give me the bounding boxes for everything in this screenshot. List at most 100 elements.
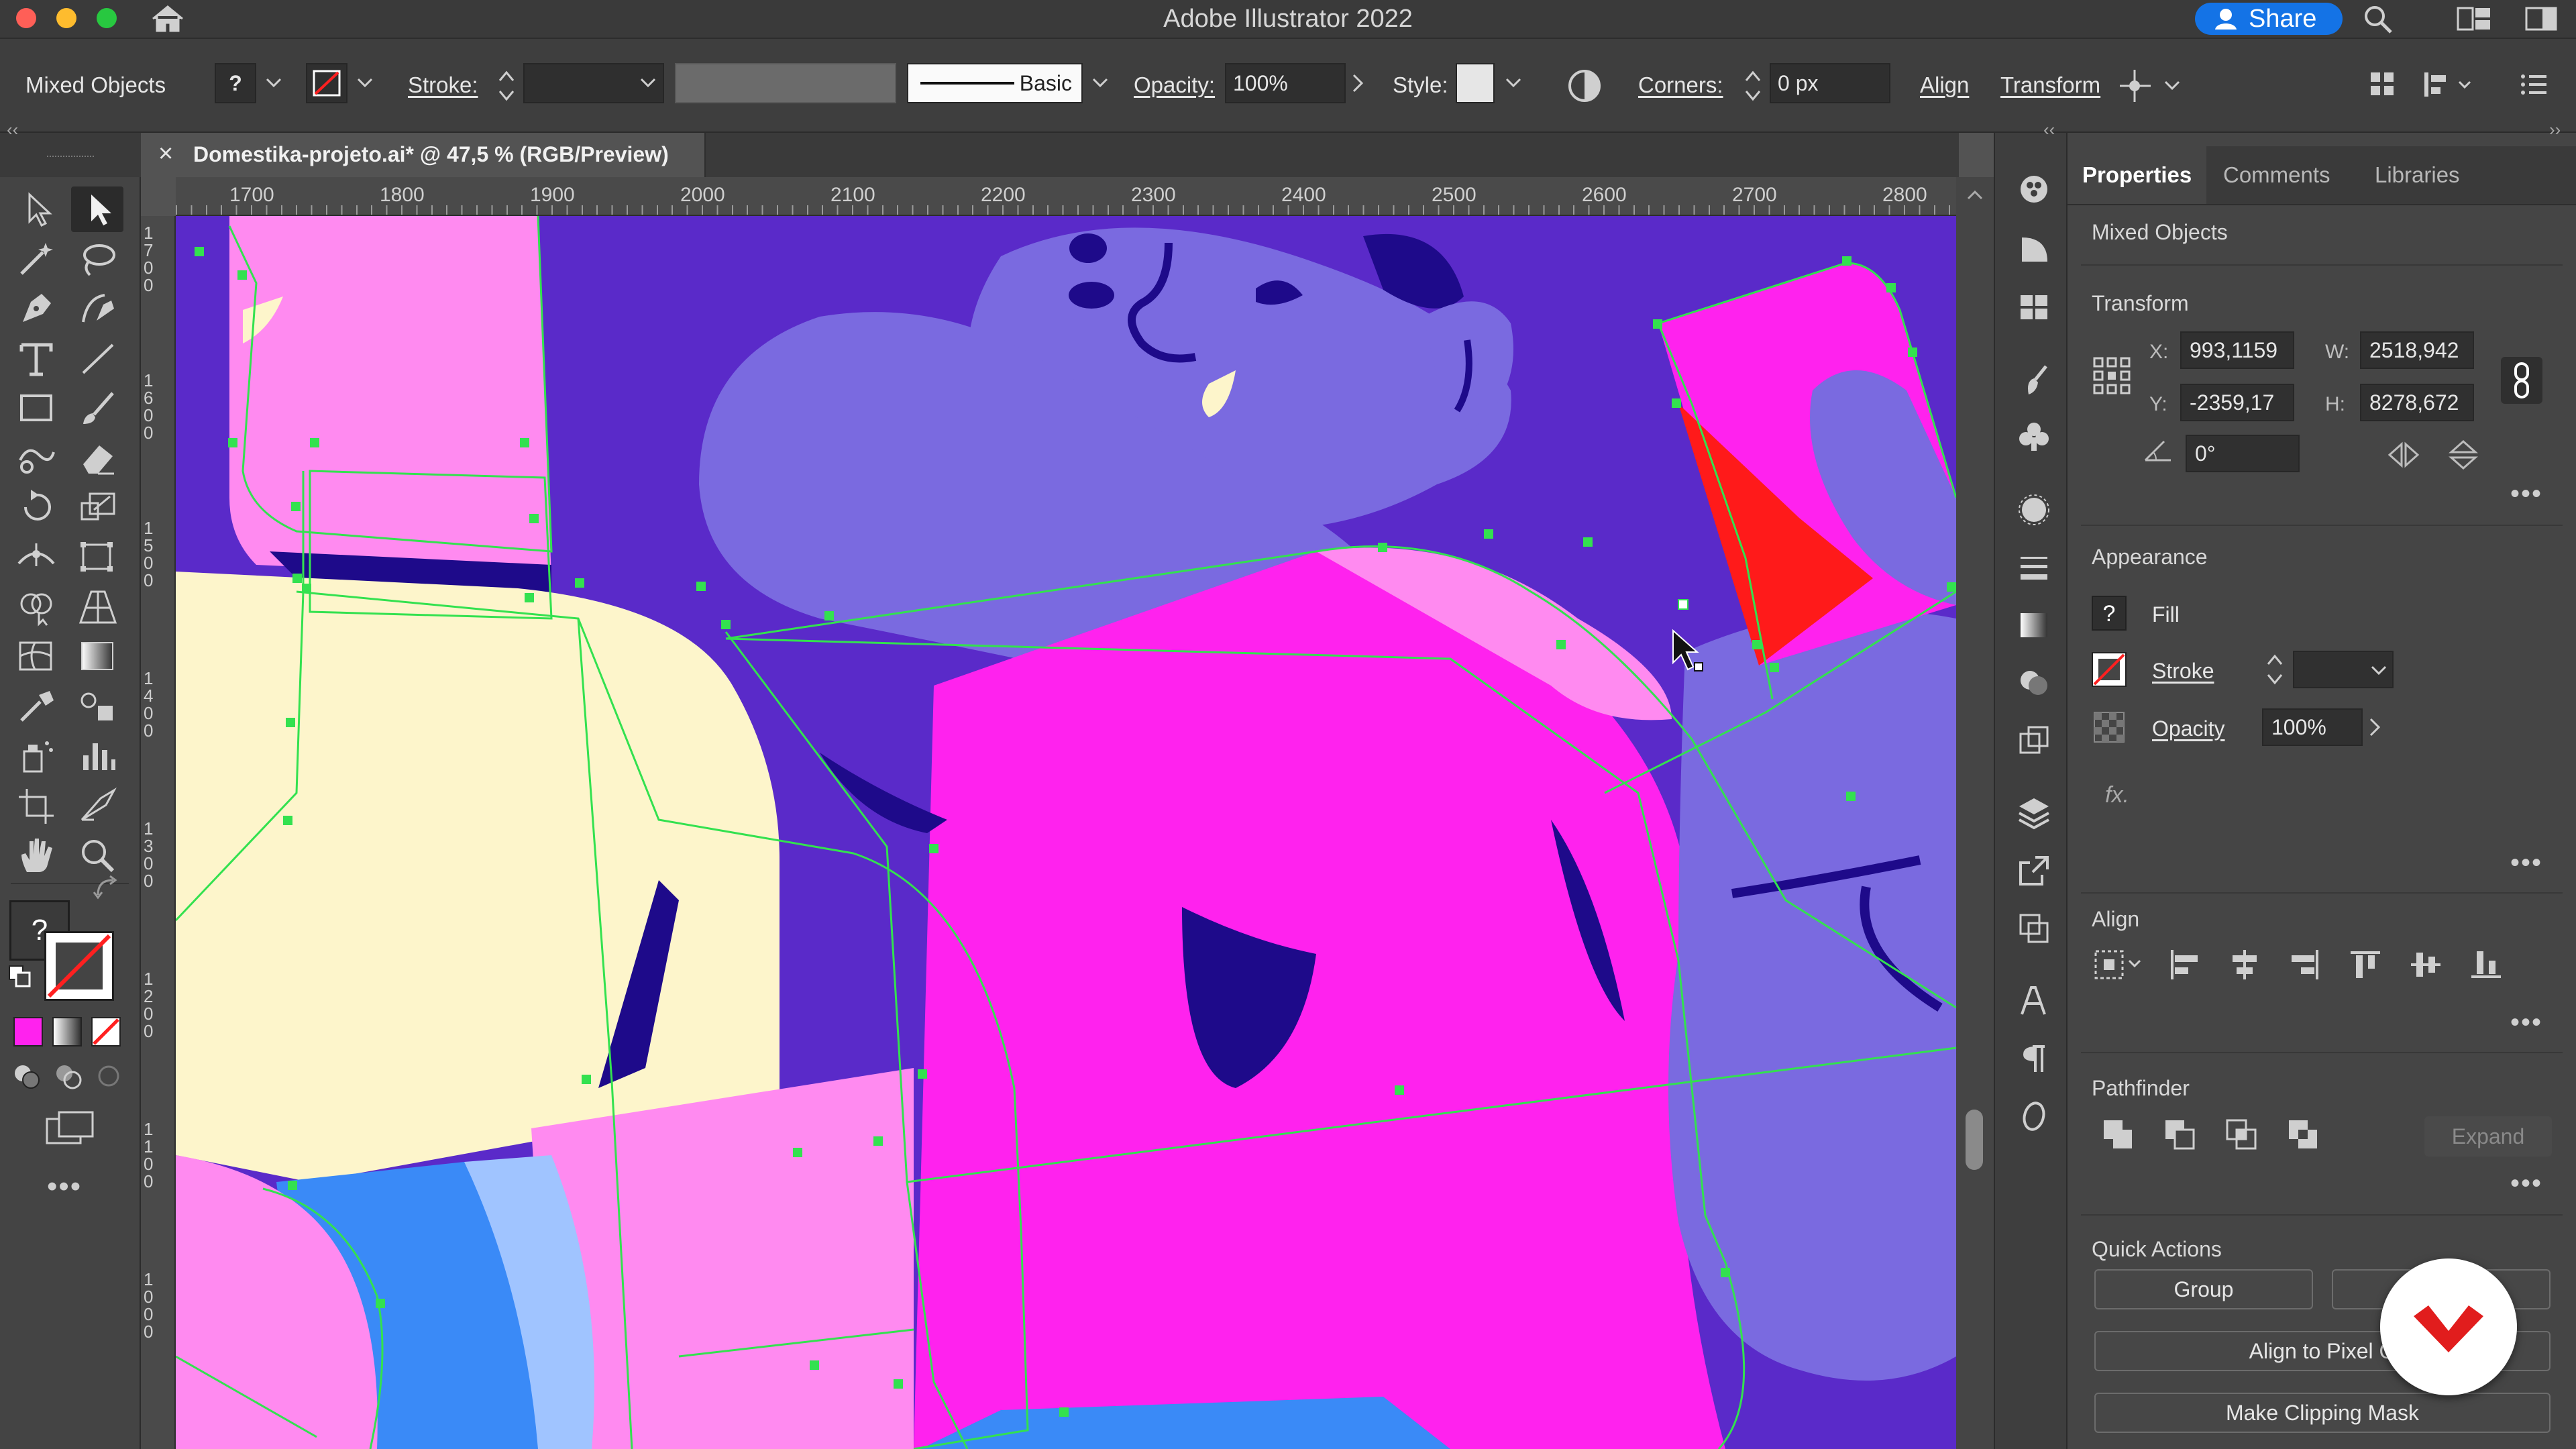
chevron-down-icon[interactable]	[1092, 76, 1108, 90]
align-vertical-center-icon[interactable]	[2407, 946, 2445, 983]
vertical-ruler[interactable]: 1700 1600 1500 1400 1300 1200 1100 1000	[141, 216, 176, 1449]
color-guide-icon[interactable]	[2015, 170, 2053, 208]
hand-tool-icon[interactable]	[12, 835, 60, 875]
artboard-canvas[interactable]	[176, 216, 1956, 1449]
expand-panel-icon[interactable]: ››	[2549, 119, 2561, 140]
character-panel-icon[interactable]	[2015, 982, 2053, 1020]
corners-label[interactable]: Corners:	[1638, 72, 1723, 98]
selection-tool-icon[interactable]	[12, 189, 60, 229]
stroke-weight-icon[interactable]	[2015, 549, 2053, 586]
align-top-icon[interactable]	[2347, 946, 2384, 983]
line-tool-icon[interactable]	[74, 338, 122, 378]
stepper-icon[interactable]	[1743, 68, 1763, 103]
chevron-right-icon[interactable]	[2368, 714, 2383, 741]
corners-field[interactable]: 0 px	[1770, 63, 1890, 103]
stroke-label[interactable]: Stroke:	[408, 72, 478, 98]
horizontal-ruler[interactable]: 1700 1800 1900 2000 2100 2200 2300 2400 …	[176, 177, 1956, 216]
symbols-icon[interactable]	[2015, 417, 2053, 455]
selected-anchor-point[interactable]	[1678, 599, 1688, 610]
magic-wand-icon[interactable]	[12, 239, 60, 279]
draw-inside-icon[interactable]	[95, 1063, 125, 1089]
gradient-panel-icon[interactable]	[2015, 606, 2053, 644]
rectangle-tool-icon[interactable]	[12, 388, 60, 428]
color-panel-icon[interactable]	[2015, 231, 2053, 268]
character-hand[interactable]	[1668, 610, 1956, 1381]
slice-tool-icon[interactable]	[74, 785, 122, 825]
shape-builder-icon[interactable]	[12, 586, 60, 627]
scale-tool-icon[interactable]	[74, 487, 122, 527]
fx-icon[interactable]: fx.	[2105, 782, 2129, 808]
symbol-sprayer-icon[interactable]	[12, 735, 60, 775]
opacity-label[interactable]: Opacity:	[1134, 72, 1215, 98]
fill-swatch[interactable]: ?	[215, 63, 256, 103]
stroke-label[interactable]: Stroke	[2152, 659, 2214, 684]
brushes-icon[interactable]	[2015, 361, 2053, 398]
puppet-warp-icon[interactable]	[2120, 67, 2187, 105]
constrain-proportions-button[interactable]	[2501, 357, 2542, 404]
x-field[interactable]: 993,1159	[2180, 331, 2294, 369]
rotate-field[interactable]: 0°	[2186, 435, 2300, 472]
collapse-strip-icon[interactable]: ‹‹	[2043, 119, 2055, 140]
stroke-panel-icon[interactable]	[2015, 491, 2053, 529]
fill-swatch-icon[interactable]: ?	[2092, 596, 2127, 631]
pink-figure[interactable]	[229, 216, 551, 578]
workspace-icon[interactable]	[2455, 5, 2493, 32]
share-button[interactable]: Share	[2195, 3, 2343, 35]
expand-button[interactable]: Expand	[2424, 1116, 2552, 1157]
y-field[interactable]: -2359,17	[2180, 384, 2294, 421]
more-options-icon[interactable]: •••	[2510, 848, 2542, 878]
curvature-tool-icon[interactable]	[74, 288, 122, 329]
variable-width-profile[interactable]	[675, 63, 896, 103]
stepper-icon[interactable]	[2265, 651, 2285, 688]
transparency-icon[interactable]	[2015, 664, 2053, 702]
group-button[interactable]: Group	[2094, 1269, 2313, 1309]
perspective-grid-icon[interactable]	[74, 586, 122, 627]
chevron-down-icon[interactable]	[357, 76, 373, 90]
exclude-icon[interactable]	[2285, 1116, 2322, 1154]
vertical-scrollbar[interactable]	[1956, 177, 1994, 1449]
gradient-mode-button[interactable]	[52, 1017, 82, 1046]
align-right-icon[interactable]	[2286, 946, 2324, 983]
unite-icon[interactable]	[2100, 1116, 2137, 1154]
layers-icon[interactable]	[2015, 794, 2053, 832]
type-tool-icon[interactable]	[12, 338, 60, 378]
opentype-icon[interactable]	[2015, 1097, 2053, 1135]
rotate-tool-icon[interactable]	[12, 487, 60, 527]
height-field[interactable]: 8278,672	[2360, 384, 2474, 421]
blend-tool-icon[interactable]	[74, 686, 122, 726]
direct-selection-tool-icon[interactable]	[74, 189, 122, 229]
transform-link[interactable]: Transform	[2000, 72, 2100, 98]
paragraph-icon[interactable]	[2015, 1040, 2053, 1077]
gradient-tool-icon[interactable]	[74, 636, 122, 676]
chevron-down-icon[interactable]	[1505, 76, 1521, 90]
stepper-icon[interactable]	[496, 68, 517, 103]
shaper-tool-icon[interactable]	[12, 437, 60, 478]
document-tab[interactable]: × Domestika-projeto.ai* @ 47,5 % (RGB/Pr…	[141, 133, 706, 177]
scroll-up-icon[interactable]	[1966, 188, 1984, 201]
recolor-artwork-icon[interactable]	[1566, 67, 1603, 105]
cream-jacket[interactable]	[176, 572, 780, 1182]
chevron-down-icon[interactable]	[266, 76, 282, 90]
free-transform-icon[interactable]	[74, 537, 122, 577]
menu-icon[interactable]	[2520, 71, 2549, 98]
close-tab-icon[interactable]: ×	[158, 140, 173, 168]
reference-point-icon[interactable]	[2092, 356, 2132, 396]
opacity-field[interactable]: 100%	[1225, 63, 1346, 103]
zoom-tool-icon[interactable]	[74, 835, 122, 875]
screen-mode-icon[interactable]	[44, 1110, 95, 1147]
eraser-icon[interactable]	[74, 437, 122, 478]
lasso-icon[interactable]	[74, 239, 122, 279]
stroke-swatch[interactable]	[306, 63, 347, 103]
export-icon[interactable]	[2015, 852, 2053, 890]
stroke-swatch-icon[interactable]	[2092, 652, 2127, 687]
flip-vertical-icon[interactable]	[2447, 440, 2481, 470]
pen-tool-icon[interactable]	[12, 288, 60, 329]
more-options-icon[interactable]: •••	[2510, 1008, 2542, 1038]
chevron-right-icon[interactable]	[1351, 72, 1366, 94]
flip-horizontal-icon[interactable]	[2387, 440, 2420, 470]
panel-toggle-icon[interactable]	[2524, 5, 2559, 32]
align-to-selection-icon[interactable]	[2092, 946, 2145, 983]
minus-front-icon[interactable]	[2161, 1116, 2199, 1154]
width-tool-icon[interactable]	[12, 537, 60, 577]
draw-behind-icon[interactable]	[54, 1063, 83, 1089]
